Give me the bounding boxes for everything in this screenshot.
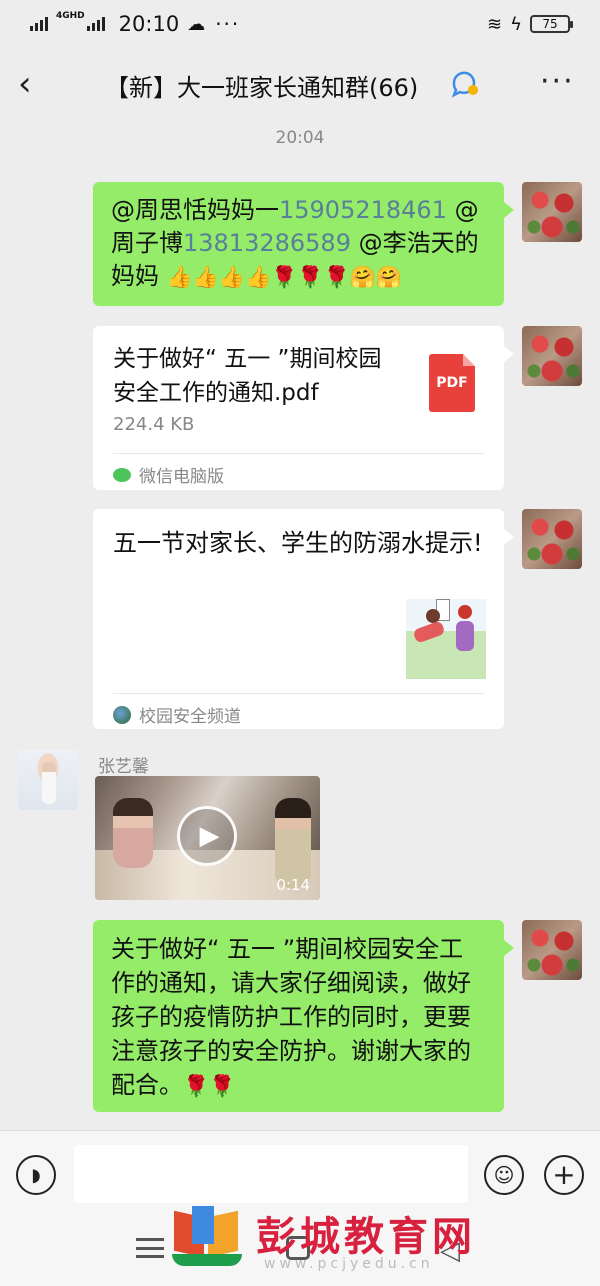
battery-icon: 75 (530, 15, 573, 33)
self-avatar[interactable] (522, 182, 582, 242)
file-card[interactable]: 关于做好“ 五一 ”期间校园安全工作的通知.pdf 224.4 KB PDF 微… (93, 326, 514, 490)
message-input[interactable] (74, 1145, 468, 1203)
watermark-logo (168, 1204, 248, 1276)
cloud-icon: ☁ (187, 13, 206, 35)
voice-input-icon[interactable]: ◗ (16, 1155, 56, 1195)
video-message[interactable]: ▶ 0:14 (95, 776, 320, 900)
play-icon[interactable]: ▶ (177, 806, 237, 866)
dots-icon: ··· (215, 12, 241, 36)
self-avatar[interactable] (522, 509, 582, 569)
signal-icon (30, 17, 48, 31)
signal-icon-2 (86, 17, 105, 31)
card-divider (113, 693, 484, 694)
notice-text: 关于做好“ 五一 ”期间校园安全工作的通知，请大家仔细阅读，做好孩子的疫情防护工… (111, 935, 471, 1099)
group-badge-icon (451, 71, 478, 98)
file-source-label: 微信电脑版 (139, 467, 224, 487)
status-bar: 4GHD 20:10 ☁ ··· ≋ ϟ 75 (0, 0, 600, 48)
more-icon[interactable]: ··· (540, 64, 575, 99)
site-watermark: 彭城教育网 www.pcjyedu.cn (168, 1198, 488, 1280)
chat-header: ‹ 【新】大一班家长通知群(66) ··· (0, 48, 600, 120)
wifi-icon: ≋ (487, 13, 503, 35)
pdf-file-icon: PDF (429, 354, 475, 412)
wechat-icon (113, 467, 131, 482)
status-time: 20:10 (118, 12, 180, 36)
back-arrow-icon[interactable]: ‹ (18, 66, 48, 102)
network-label: 4GHD (56, 11, 85, 21)
sender-avatar[interactable] (18, 750, 78, 810)
card-divider (113, 453, 484, 454)
self-avatar[interactable] (522, 920, 582, 980)
channel-logo-icon (113, 705, 131, 724)
chat-title[interactable]: 【新】大一班家长通知群(66) (105, 68, 418, 103)
watermark-text: 彭城教育网 (256, 1214, 476, 1260)
mention-text-1: @周思恬妈妈一 (111, 196, 279, 224)
article-thumbnail (406, 599, 486, 679)
phone-link-1[interactable]: 15905218461 (279, 196, 447, 224)
article-title: 五一节对家长、学生的防溺水提示! (113, 529, 483, 557)
phone-link-2[interactable]: 13813286589 (183, 229, 351, 257)
menu-icon[interactable] (136, 1238, 164, 1258)
sender-name: 张艺馨 (98, 757, 149, 777)
article-card[interactable]: 五一节对家长、学生的防溺水提示! 校园安全频道 (93, 509, 514, 729)
file-size: 224.4 KB (113, 414, 195, 435)
file-source: 微信电脑版 (113, 462, 224, 487)
video-duration: 0:14 (276, 876, 310, 894)
plus-icon[interactable]: + (544, 1155, 584, 1195)
self-avatar[interactable] (522, 326, 582, 386)
article-source-label: 校园安全频道 (139, 707, 241, 727)
article-source: 校园安全频道 (113, 702, 241, 727)
message-timestamp: 20:04 (275, 128, 325, 148)
charging-icon: ϟ (510, 13, 522, 35)
emoji-icon[interactable]: ☺ (484, 1155, 524, 1195)
watermark-url: www.pcjyedu.cn (264, 1256, 434, 1272)
notice-emoji: 🌹🌹 (183, 1074, 236, 1098)
file-name: 关于做好“ 五一 ”期间校园安全工作的通知.pdf (113, 346, 382, 406)
message-bubble-mentions[interactable]: @周思恬妈妈一15905218461 @周子博13813286589 @李浩天的… (93, 182, 514, 306)
message-bubble-notice[interactable]: 关于做好“ 五一 ”期间校园安全工作的通知，请大家仔细阅读，做好孩子的疫情防护工… (93, 920, 514, 1112)
emoji-row: 👍👍👍👍🌹🌹🌹🤗🤗 (166, 265, 402, 289)
